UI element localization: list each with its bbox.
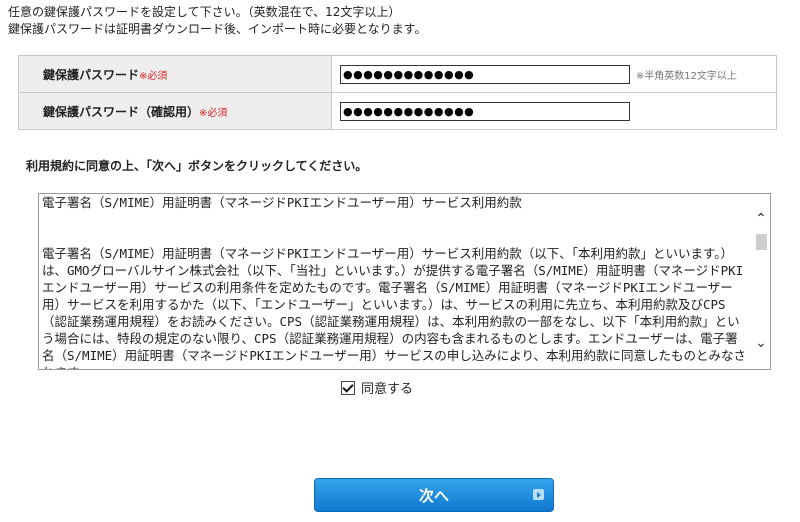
password-row: 鍵保護パスワード※必須 ●●●●●●●●●●●●● ※半角英数12文字以上 [18,55,777,93]
password-label-cell: 鍵保護パスワード※必須 [18,55,332,93]
agree-checkbox[interactable] [341,380,355,395]
agreement-instruction: 利用規約に同意の上、「次へ」ボタンをクリックしてください。 [26,159,368,173]
arrow-right-icon [533,489,544,500]
next-button[interactable]: 次へ [314,478,554,512]
terms-content: 電子署名（S/MIME）用証明書（マネージドPKIエンドユーザー用）サービス利用… [42,194,747,369]
password-field-cell: ●●●●●●●●●●●●● ※半角英数12文字以上 [331,55,777,93]
password-input[interactable]: ●●●●●●●●●●●●● [340,64,630,84]
intro-line-1: 任意の鍵保護パスワードを設定して下さい。（英数混在で、12文字以上） [8,5,401,19]
password-required-mark: ※必須 [139,70,168,82]
confirm-required-mark: ※必須 [199,107,228,119]
confirm-field-cell: ●●●●●●●●●●●●● [331,92,777,130]
intro-line-2: 鍵保護パスワードは証明書ダウンロード後、インポート時に必要となります。 [8,22,427,36]
confirm-row: 鍵保護パスワード（確認用）※必須 ●●●●●●●●●●●●● [18,92,777,130]
terms-textarea[interactable]: 電子署名（S/MIME）用証明書（マネージドPKIエンドユーザー用）サービス利用… [38,193,771,370]
confirm-password-input[interactable]: ●●●●●●●●●●●●● [340,101,630,121]
scroll-thumb[interactable] [756,234,767,250]
confirm-label-cell: 鍵保護パスワード（確認用）※必須 [18,92,332,130]
password-label: 鍵保護パスワード [43,67,140,82]
scroll-down-icon[interactable]: ⌄ [752,334,770,352]
terms-title: 電子署名（S/MIME）用証明書（マネージドPKIエンドユーザー用）サービス利用… [42,195,522,210]
terms-scrollbar[interactable]: ⌃ ⌄ [752,194,770,369]
password-hint: ※半角英数12文字以上 [635,70,737,82]
agree-row: 同意する [341,378,413,397]
confirm-label: 鍵保護パスワード（確認用） [43,104,200,119]
agree-label[interactable]: 同意する [361,378,413,397]
password-form: 鍵保護パスワード※必須 ●●●●●●●●●●●●● ※半角英数12文字以上 鍵保… [18,55,777,130]
scroll-up-icon[interactable]: ⌃ [752,210,770,228]
terms-body: 電子署名（S/MIME）用証明書（マネージドPKIエンドユーザー用）サービス利用… [42,246,746,369]
intro-text: 任意の鍵保護パスワードを設定して下さい。（英数混在で、12文字以上） 鍵保護パス… [8,4,426,38]
next-button-label: 次へ [418,487,449,505]
